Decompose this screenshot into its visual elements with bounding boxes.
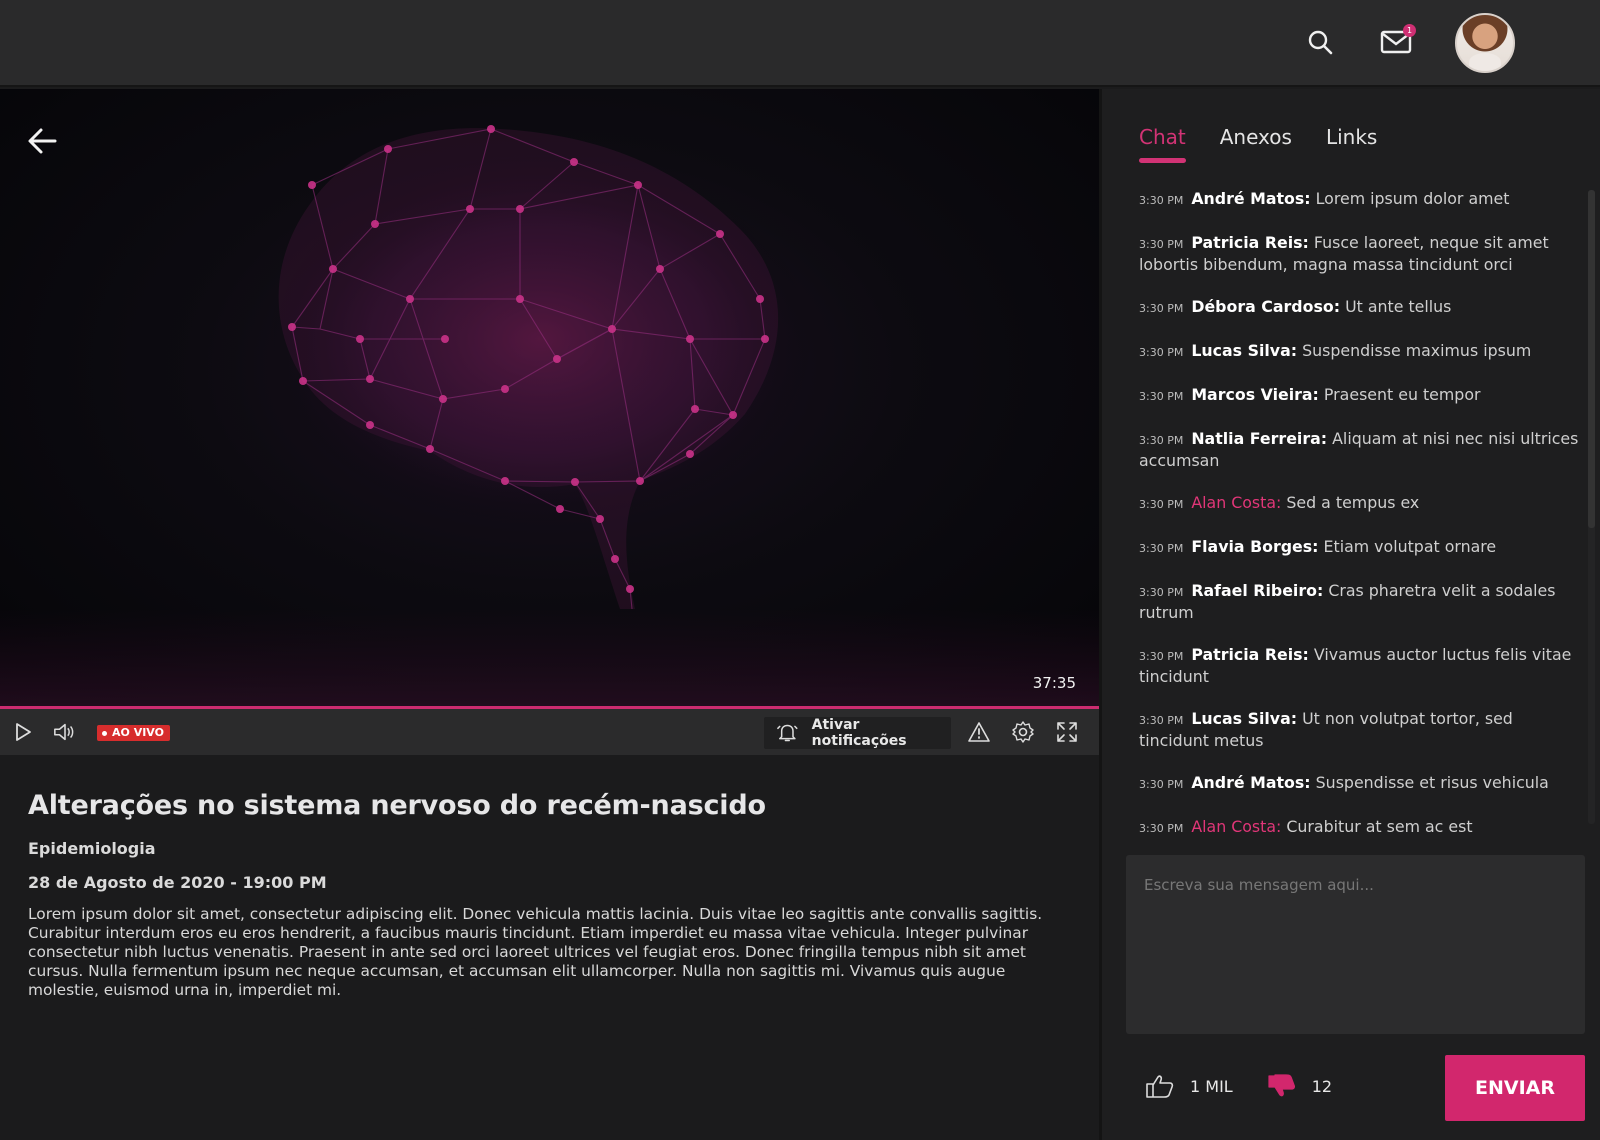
- message-author: Lucas Silva:: [1191, 709, 1298, 728]
- message-time: 3:30 PM: [1139, 390, 1184, 403]
- message-text: Etiam volutpat ornare: [1323, 537, 1497, 556]
- live-dot-icon: [102, 730, 107, 736]
- bell-icon: [777, 724, 798, 742]
- message-author: André Matos:: [1191, 189, 1311, 208]
- chat-message: 3:30 PM Lucas Silva: Suspendisse maximus …: [1139, 341, 1579, 363]
- message-text: Lorem ipsum dolor amet: [1315, 189, 1510, 208]
- message-author: Patricia Reis:: [1191, 233, 1309, 252]
- dislikes-count: 12: [1311, 1076, 1333, 1096]
- chat-message: 3:30 PM Rafael Ribeiro: Cras pharetra vel…: [1139, 581, 1579, 623]
- mail-badge: 1: [1403, 24, 1416, 37]
- message-text: Sed a tempus ex: [1286, 493, 1420, 512]
- settings-icon[interactable]: [1011, 720, 1035, 744]
- message-time: 3:30 PM: [1139, 778, 1184, 791]
- message-time: 3:30 PM: [1139, 238, 1184, 251]
- message-text: Ut ante tellus: [1345, 297, 1452, 316]
- fullscreen-icon[interactable]: [1055, 720, 1079, 744]
- tab-links[interactable]: Links: [1326, 125, 1377, 163]
- reaction-bar: 1 MIL 12: [1145, 1073, 1332, 1099]
- chat-scrollbar-thumb[interactable]: [1588, 190, 1595, 528]
- likes-count: 1 MIL: [1190, 1076, 1233, 1096]
- message-time: 3:30 PM: [1139, 822, 1184, 835]
- tab-attachments[interactable]: Anexos: [1220, 125, 1292, 163]
- thumbs-up-icon[interactable]: [1145, 1073, 1174, 1099]
- message-author: Lucas Silva:: [1191, 341, 1298, 360]
- chat-message: 3:30 PM Débora Cardoso: Ut ante tellus: [1139, 297, 1579, 319]
- message-author: Rafael Ribeiro:: [1191, 581, 1324, 600]
- message-time: 3:30 PM: [1139, 542, 1184, 555]
- message-author: Marcos Vieira:: [1191, 385, 1319, 404]
- message-input[interactable]: Escreva sua mensagem aqui...: [1126, 855, 1585, 1034]
- chat-message: 3:30 PM Flavia Borges: Etiam volutpat orn…: [1139, 537, 1579, 559]
- chat-message: 3:30 PM Lucas Silva: Ut non volutpat tort…: [1139, 709, 1579, 751]
- chat-message: 3:30 PM André Matos: Lorem ipsum dolor am…: [1139, 189, 1579, 211]
- message-time: 3:30 PM: [1139, 194, 1184, 207]
- warning-icon[interactable]: [967, 720, 991, 744]
- volume-icon[interactable]: [53, 720, 77, 744]
- message-time: 3:30 PM: [1139, 346, 1184, 359]
- chat-messages: 3:30 PM André Matos: Lorem ipsum dolor am…: [1139, 189, 1579, 861]
- thumbs-down-icon[interactable]: [1267, 1073, 1295, 1099]
- message-text: Suspendisse maximus ipsum: [1302, 341, 1532, 360]
- message-time: 3:30 PM: [1139, 434, 1184, 447]
- message-text: Praesent eu tempor: [1323, 385, 1481, 404]
- message-time: 3:30 PM: [1139, 650, 1184, 663]
- message-author: Alan Costa:: [1191, 817, 1282, 836]
- lesson-info: Alterações no sistema nervoso do recém-n…: [28, 790, 1058, 1000]
- lesson-description: Lorem ipsum dolor sit amet, consectetur …: [28, 905, 1043, 999]
- brain-network-graphic: [0, 125, 1099, 708]
- chat-message: 3:30 PM Patricia Reis: Fusce laoreet, neq…: [1139, 233, 1579, 275]
- message-text: Curabitur at sem ac est: [1286, 817, 1473, 836]
- send-button[interactable]: ENVIAR: [1445, 1055, 1585, 1121]
- enable-notifications-button[interactable]: Ativar notificações: [764, 717, 951, 749]
- video-timecode: 37:35: [1032, 674, 1076, 692]
- avatar[interactable]: [1455, 13, 1515, 73]
- tab-chat[interactable]: Chat: [1139, 125, 1186, 163]
- chat-sidebar: Chat Anexos Links 3:30 PM André Matos: Lo…: [1099, 89, 1600, 1140]
- play-icon[interactable]: [11, 720, 35, 744]
- video-player[interactable]: 37:35: [0, 89, 1099, 708]
- video-controls: AO VIVO Ativar notificações: [0, 709, 1099, 755]
- sidebar-tabs: Chat Anexos Links: [1139, 125, 1377, 163]
- message-author: Natlia Ferreira:: [1191, 429, 1328, 448]
- lesson-date: 28 de Agosto de 2020 - 19:00 PM: [28, 873, 327, 892]
- top-bar: 1: [0, 0, 1600, 87]
- chat-message: 3:30 PM Marcos Vieira: Praesent eu tempor: [1139, 385, 1579, 407]
- message-author: Alan Costa:: [1191, 493, 1282, 512]
- live-label: AO VIVO: [112, 726, 164, 739]
- chat-message: 3:30 PM Alan Costa: Curabitur at sem ac e…: [1139, 817, 1579, 839]
- message-author: Patricia Reis:: [1191, 645, 1309, 664]
- chat-message: 3:30 PM Patricia Reis: Vivamus auctor luc…: [1139, 645, 1579, 687]
- message-time: 3:30 PM: [1139, 498, 1184, 511]
- message-time: 3:30 PM: [1139, 302, 1184, 315]
- chat-message: 3:30 PM André Matos: Suspendisse et risus…: [1139, 773, 1579, 795]
- lesson-title: Alterações no sistema nervoso do recém-n…: [28, 790, 766, 821]
- message-text: Suspendisse et risus vehicula: [1315, 773, 1549, 792]
- message-time: 3:30 PM: [1139, 586, 1184, 599]
- mail-icon[interactable]: 1: [1378, 24, 1416, 58]
- message-author: Débora Cardoso:: [1191, 297, 1341, 316]
- lesson-subject: Epidemiologia: [28, 839, 156, 858]
- message-time: 3:30 PM: [1139, 714, 1184, 727]
- chat-message: 3:30 PM Natlia Ferreira: Aliquam at nisi …: [1139, 429, 1579, 471]
- notify-label: Ativar notificações: [811, 717, 907, 749]
- live-badge: AO VIVO: [97, 725, 170, 741]
- message-author: Flavia Borges:: [1191, 537, 1319, 556]
- chat-message: 3:30 PM Alan Costa: Sed a tempus ex: [1139, 493, 1579, 515]
- search-icon[interactable]: [1304, 26, 1336, 58]
- message-author: André Matos:: [1191, 773, 1311, 792]
